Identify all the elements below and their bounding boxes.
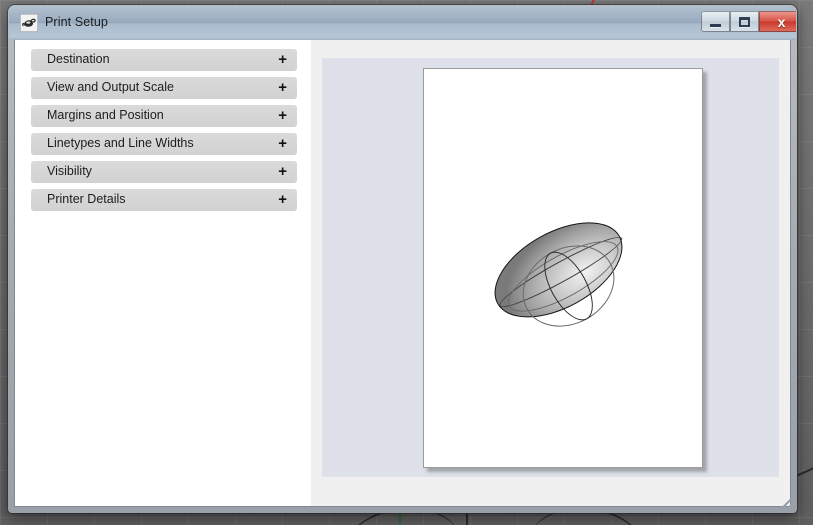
expand-plus-icon[interactable]: + xyxy=(278,106,287,126)
expand-plus-icon[interactable]: + xyxy=(278,190,287,210)
accordion-label: Margins and Position xyxy=(47,108,164,122)
sidebar-item-visibility[interactable]: Visibility + xyxy=(31,161,297,183)
options-accordion: Destination + View and Output Scale + Ma… xyxy=(31,49,297,217)
minimize-button[interactable] xyxy=(701,11,730,32)
accordion-label: Printer Details xyxy=(47,192,126,206)
close-icon: x xyxy=(777,13,786,30)
ellipsoid-model xyxy=(470,187,646,351)
print-setup-window: Print Setup x Destination + View and Out… xyxy=(8,5,797,513)
maximize-button[interactable] xyxy=(730,11,759,32)
accordion-label: View and Output Scale xyxy=(47,80,174,94)
accordion-label: Linetypes and Line Widths xyxy=(47,136,194,150)
dialog-button-bar: Print Close Cancel xyxy=(607,458,790,506)
close-window-button[interactable]: x xyxy=(759,11,796,32)
expand-plus-icon[interactable]: + xyxy=(278,134,287,154)
minimize-icon xyxy=(710,23,721,27)
expand-plus-icon[interactable]: + xyxy=(278,50,287,70)
expand-plus-icon[interactable]: + xyxy=(278,162,287,182)
maximize-icon xyxy=(739,16,750,27)
ellipsoid-surface xyxy=(478,202,639,343)
teapot-icon xyxy=(20,14,38,32)
print-preview-canvas[interactable] xyxy=(322,58,779,477)
title-bar[interactable]: Print Setup x xyxy=(9,6,796,40)
options-panel: Destination + View and Output Scale + Ma… xyxy=(15,40,311,506)
sidebar-item-printer-details[interactable]: Printer Details + xyxy=(31,189,297,211)
accordion-label: Visibility xyxy=(47,164,92,178)
preview-region: Print Close Cancel xyxy=(311,40,790,506)
sidebar-item-destination[interactable]: Destination + xyxy=(31,49,297,71)
preview-page-sheet xyxy=(423,68,703,468)
resize-grip[interactable] xyxy=(780,496,795,511)
sidebar-item-margins-and-position[interactable]: Margins and Position + xyxy=(31,105,297,127)
expand-plus-icon[interactable]: + xyxy=(278,78,287,98)
sidebar-item-view-and-output-scale[interactable]: View and Output Scale + xyxy=(31,77,297,99)
sidebar-item-linetypes-and-line-widths[interactable]: Linetypes and Line Widths + xyxy=(31,133,297,155)
dialog-client-area: Destination + View and Output Scale + Ma… xyxy=(14,40,791,507)
window-title: Print Setup xyxy=(45,15,108,29)
accordion-label: Destination xyxy=(47,52,110,66)
